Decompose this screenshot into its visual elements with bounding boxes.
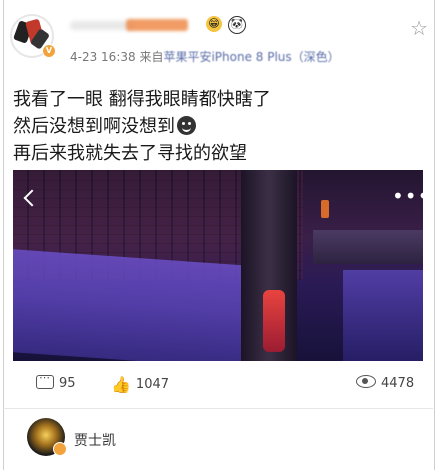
comment-button[interactable]: 95: [36, 371, 76, 391]
views-indicator: 4478: [356, 375, 414, 391]
comment-icon: [36, 371, 54, 389]
post-line-2: 然后没想到啊没想到: [13, 116, 175, 137]
favorite-star-icon[interactable]: ☆: [410, 18, 428, 38]
view-count: 4478: [381, 376, 415, 391]
smile-emoji-icon: [177, 116, 196, 135]
post-line-3: 再后来我就失去了寻找的欲望: [13, 143, 247, 164]
grin-emoji-icon: 😁: [206, 16, 222, 32]
post-line-2-wrap: 然后没想到啊没想到: [13, 113, 421, 140]
like-count: 1047: [135, 377, 170, 392]
action-bar: 95 👍 1047 4478: [3, 363, 433, 403]
post-image[interactable]: [13, 170, 423, 361]
commenter-name[interactable]: 贾士凯: [74, 430, 116, 450]
eye-icon: [356, 375, 376, 388]
post-line-1: 我看了一眼 翻得我眼睛都快瞎了: [13, 89, 271, 110]
like-button[interactable]: 👍 1047: [111, 375, 169, 394]
post-time: 4-23 16:38 来自: [70, 50, 164, 64]
post-meta: 4-23 16:38 来自苹果平安iPhone 8 Plus（深色）: [70, 48, 340, 65]
thumbs-up-icon: 👍: [111, 375, 131, 394]
verified-badge-icon: V: [42, 44, 56, 58]
divider: [3, 408, 433, 409]
username-blurred[interactable]: [70, 17, 188, 33]
post-source[interactable]: 苹果平安iPhone 8 Plus（深色）: [163, 50, 339, 64]
commenter-avatar[interactable]: [27, 418, 67, 456]
more-options-icon[interactable]: •••: [392, 186, 430, 206]
panda-emoji-icon: 🐼: [228, 16, 246, 34]
post-text: 我看了一眼 翻得我眼睛都快瞎了 然后没想到啊没想到 再后来我就失去了寻找的欲望: [13, 86, 421, 167]
comment-count: 95: [59, 376, 76, 391]
